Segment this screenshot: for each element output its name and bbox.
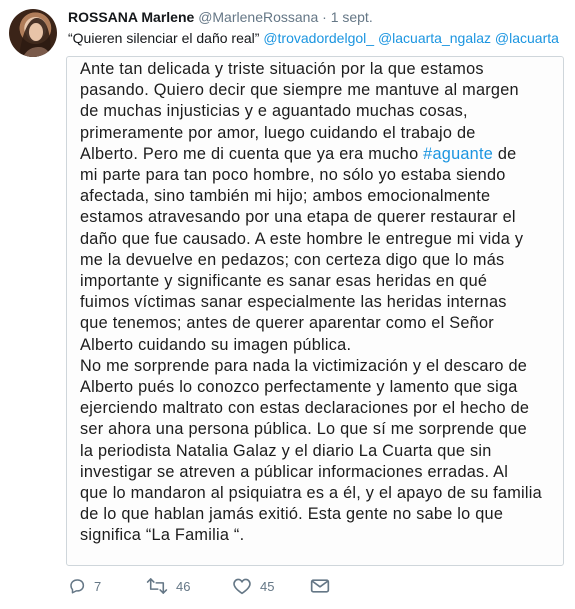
mention-trovadordelgol[interactable]: @trovadordelgol_ bbox=[263, 30, 374, 46]
envelope-icon bbox=[310, 577, 330, 595]
tweet-actions: 7 46 45 bbox=[66, 574, 575, 598]
reply-button[interactable]: 7 bbox=[68, 574, 101, 598]
image-text-line: afectada, sino también mi hijo; ambos em… bbox=[80, 187, 491, 206]
heart-icon bbox=[232, 577, 252, 595]
retweet-button[interactable]: 46 bbox=[146, 574, 190, 598]
reply-icon bbox=[68, 577, 86, 595]
image-text-line: daño que fue causado. A este hombre le e… bbox=[80, 229, 524, 248]
direct-message-button[interactable] bbox=[310, 574, 330, 598]
image-text-line: de lo que hablan jamás exitió. Esta gent… bbox=[80, 505, 504, 524]
image-text-line: ejerciendo maltrato con estas declaracio… bbox=[80, 399, 530, 418]
image-text-line: me la devuelve en pedazos; con certeza d… bbox=[80, 250, 505, 269]
image-text-line: ser ahora una persona pública. Lo que sí… bbox=[80, 420, 527, 439]
hashtag-aguante: #aguante bbox=[423, 144, 494, 163]
tweet-timestamp[interactable]: 1 sept. bbox=[331, 9, 373, 25]
image-text-line: primeramente por amor, luego cuidando el… bbox=[80, 123, 476, 142]
image-text-line: de muchas injusticias y e aguantado much… bbox=[80, 102, 468, 121]
retweet-count: 46 bbox=[176, 578, 191, 594]
image-text-line: que tenemos; antes de querer aparentar c… bbox=[80, 314, 494, 333]
tweet-header: ROSSANA Marlene @MarleneRossana · 1 sept… bbox=[68, 9, 567, 27]
image-text-line-with-hashtag: Alberto. Pero me di cuenta que ya era mu… bbox=[80, 144, 553, 165]
author-handle[interactable]: @MarleneRossana bbox=[198, 9, 318, 25]
image-text-line: fuimos víctimas sanar especialmente las … bbox=[80, 293, 507, 312]
image-text-segment: Alberto. Pero me di cuenta que ya era mu… bbox=[80, 144, 424, 163]
image-text-line: pasando. Quiero decir que siempre me man… bbox=[80, 81, 519, 100]
image-text-line: la periodista Natalia Galaz y el diario … bbox=[80, 441, 492, 460]
author-name[interactable]: ROSSANA Marlene bbox=[68, 9, 194, 25]
image-text-line: mi parte para tan poco hombre, no sólo y… bbox=[80, 166, 506, 185]
like-button[interactable]: 45 bbox=[232, 574, 274, 598]
image-text-segment: de bbox=[493, 144, 517, 163]
reply-count: 7 bbox=[94, 578, 102, 594]
image-text-line: importante y significante es sanar esas … bbox=[80, 272, 488, 291]
image-text-line: estamos atravesando por una etapa de que… bbox=[80, 208, 516, 227]
image-text-line: investigar se atreven a públicar informa… bbox=[80, 462, 509, 481]
attached-image[interactable]: Ante tan delicada y triste situación por… bbox=[66, 56, 564, 566]
image-text-line: No me sorprende para nada la victimizaci… bbox=[80, 356, 528, 375]
mention-lacuarta-ngalaz[interactable]: @lacuarta_ngalaz bbox=[378, 30, 491, 46]
retweet-icon bbox=[146, 577, 168, 595]
avatar[interactable] bbox=[9, 9, 57, 57]
image-text-line: Alberto cuidando su imagen pública. bbox=[80, 335, 352, 354]
image-text-line: Alberto pués lo conozco perfectamente y … bbox=[80, 378, 518, 397]
mention-lacuarta[interactable]: @lacuarta bbox=[495, 30, 559, 46]
tweet-text: “Quieren silenciar el daño real” @trovad… bbox=[68, 30, 567, 46]
tweet: ROSSANA Marlene @MarleneRossana · 1 sept… bbox=[0, 0, 575, 609]
image-text-line: que lo mandaron al psiquiatra es a él, y… bbox=[80, 484, 542, 503]
image-text-line: significa “La Familia “. bbox=[80, 526, 245, 545]
like-count: 45 bbox=[260, 578, 275, 594]
image-text-line: Ante tan delicada y triste situación por… bbox=[80, 60, 484, 78]
quote-text: “Quieren silenciar el daño real” bbox=[68, 30, 260, 46]
separator-dot: · bbox=[322, 9, 327, 25]
